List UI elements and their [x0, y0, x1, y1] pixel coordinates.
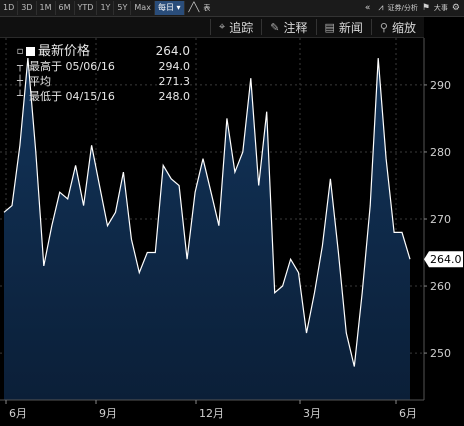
- period-button-1d[interactable]: 1D: [0, 1, 19, 15]
- x-tick-label: 6月: [399, 407, 417, 420]
- news-flag-label[interactable]: 大事: [434, 1, 448, 15]
- legend-low-value: 248.0: [158, 90, 191, 103]
- last-price-tag-label: 264.0: [430, 253, 462, 266]
- annotate-label: 注释: [283, 20, 308, 35]
- news-label: 新闻: [338, 20, 363, 35]
- x-tick-label: 6月: [9, 407, 27, 420]
- pencil-icon: ✎: [270, 20, 280, 34]
- y-tick-label: 270: [430, 213, 451, 226]
- legend-high-label: 最高于: [29, 60, 62, 73]
- flag-icon[interactable]: ⚑: [418, 1, 434, 15]
- x-tick-label: 12月: [199, 407, 224, 420]
- period-button-3d[interactable]: 3D: [18, 1, 37, 15]
- track-button[interactable]: ⌖ 追踪: [210, 19, 261, 35]
- zoom-label: 缩放: [391, 20, 416, 35]
- news-button[interactable]: ▤ 新闻: [315, 19, 371, 35]
- period-button-1m[interactable]: 1M: [37, 1, 56, 15]
- period-button-max[interactable]: Max: [131, 1, 155, 15]
- back-double-chevron-icon[interactable]: «: [361, 1, 375, 15]
- track-label: 追踪: [229, 20, 254, 35]
- compare-chart-icon[interactable]: ⩘: [374, 1, 387, 15]
- period-button-ytd[interactable]: YTD: [75, 1, 98, 15]
- legend-box: ▫ 最新价格 264.0 ┬ 最高于 05/06/16 294.0 ┼ 平均 2…: [14, 44, 190, 104]
- average-marker-icon: ┼: [16, 76, 24, 87]
- period-button-5y[interactable]: 5Y: [114, 1, 132, 15]
- news-icon: ▤: [324, 20, 335, 34]
- series-swatch: [26, 47, 35, 56]
- legend-high: ┬ 最高于 05/06/16 294.0: [14, 59, 190, 74]
- annotate-button[interactable]: ✎ 注释: [261, 19, 315, 35]
- legend-high-date: 05/06/16: [65, 60, 115, 73]
- magnifier-icon: ⚲: [379, 20, 388, 34]
- low-marker-icon: ┴: [16, 91, 24, 102]
- top-toolbar: 1D 3D 1M 6M YTD 1Y 5Y Max 每日 ▾ ╱╲ 表 «⩘ 证券/分析 ⚑ 大事 ⚙: [0, 0, 464, 17]
- legend-last-value: 264.0: [155, 44, 190, 58]
- legend-low-label: 最低于: [29, 90, 62, 103]
- chart-tools-bar: ⌖ 追踪 ✎ 注释 ▤ 新闻 ⚲ 缩放: [0, 17, 424, 38]
- gear-icon[interactable]: ⚙: [448, 1, 464, 15]
- period-button-1y[interactable]: 1Y: [97, 1, 115, 15]
- x-tick-label: 3月: [303, 407, 321, 420]
- compare-label[interactable]: 证券/分析: [387, 1, 417, 15]
- x-tick-label: 9月: [99, 407, 117, 420]
- line-chart-icon[interactable]: ╱╲: [185, 1, 204, 15]
- legend-title: 最新价格: [38, 44, 91, 59]
- chart-type-label[interactable]: 表: [203, 1, 210, 15]
- legend-last-price: ▫ 最新价格 264.0: [14, 44, 190, 59]
- crosshair-icon: ⌖: [219, 20, 226, 33]
- legend-avg-label: 平均: [29, 75, 51, 88]
- legend-low: ┴ 最低于 04/15/16 248.0: [14, 89, 190, 104]
- legend-avg-value: 271.3: [158, 75, 191, 88]
- legend-collapse-icon[interactable]: ▫: [14, 44, 26, 59]
- legend-low-date: 04/15/16: [65, 90, 115, 103]
- y-tick-label: 280: [430, 146, 451, 159]
- frequency-dropdown[interactable]: 每日 ▾: [154, 1, 185, 15]
- y-tick-label: 260: [430, 280, 451, 293]
- legend-average: ┼ 平均 271.3: [14, 74, 190, 89]
- high-marker-icon: ┬: [16, 61, 24, 72]
- legend-high-value: 294.0: [158, 60, 191, 73]
- y-tick-label: 290: [430, 79, 451, 92]
- y-tick-label: 250: [430, 347, 451, 360]
- zoom-button[interactable]: ⚲ 缩放: [370, 19, 424, 35]
- period-button-6m[interactable]: 6M: [56, 1, 75, 15]
